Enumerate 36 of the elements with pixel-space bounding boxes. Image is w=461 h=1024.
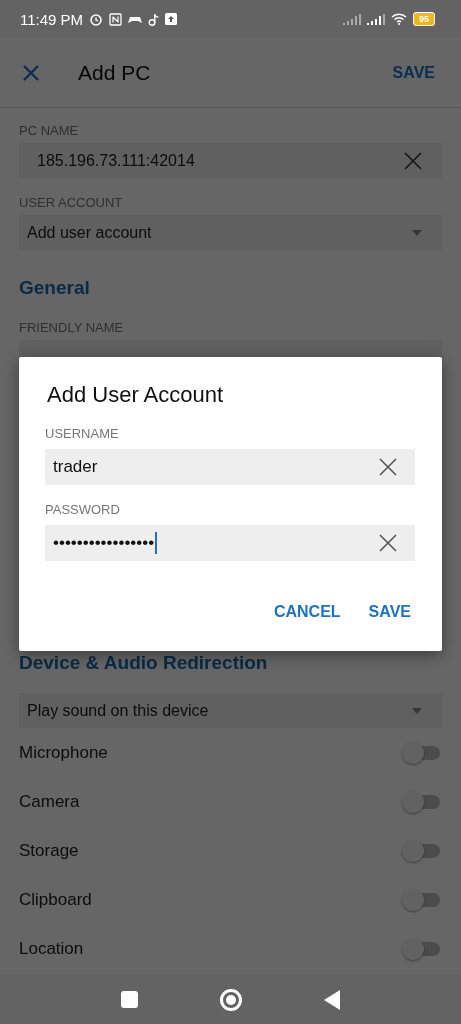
- input-field[interactable]: trader: [45, 449, 415, 485]
- back-button[interactable]: [324, 989, 340, 1010]
- setting-label: Camera: [19, 791, 80, 812]
- dropdown-arrow-icon: [412, 707, 422, 714]
- signal-icon: [367, 13, 385, 25]
- clear-icon[interactable]: [379, 458, 397, 476]
- dropdown-field[interactable]: Play sound on this device: [19, 693, 442, 728]
- close-button[interactable]: [22, 63, 40, 82]
- wifi-icon: [391, 13, 407, 25]
- input-field[interactable]: •••••••••••••••••: [45, 525, 415, 561]
- recents-button[interactable]: [121, 991, 138, 1008]
- upload-icon: [165, 13, 178, 25]
- battery-indicator: 95: [413, 12, 435, 26]
- setting-label: Storage: [19, 840, 79, 861]
- home-button[interactable]: [220, 988, 242, 1011]
- nfc-icon: [109, 12, 123, 26]
- field-label: PASSWORD: [45, 502, 121, 518]
- dialog-title: Add User Account: [46, 381, 225, 409]
- music-note-icon: [148, 12, 160, 26]
- setting-label: Microphone: [19, 742, 108, 763]
- section-heading: General: [19, 276, 91, 300]
- page-title: Add PC: [78, 60, 151, 85]
- dropdown-field[interactable]: Add user account: [19, 215, 442, 250]
- cancel-button[interactable]: CANCEL: [269, 597, 345, 627]
- section-heading: Device & Audio Redirection: [19, 651, 269, 675]
- clear-icon[interactable]: [379, 534, 397, 552]
- save-button[interactable]: SAVE: [364, 597, 415, 627]
- setting-label: Location: [19, 938, 84, 959]
- setting-label: Clipboard: [19, 889, 92, 910]
- dropdown-arrow-icon: [412, 229, 422, 236]
- input-field[interactable]: 185.196.73.111:42014: [19, 143, 442, 178]
- alarm-icon: [89, 12, 104, 26]
- status-time: 11:49 PM: [20, 10, 84, 28]
- field-label: USERNAME: [45, 426, 120, 442]
- clear-icon[interactable]: [404, 151, 422, 170]
- signal-icon: [343, 13, 361, 25]
